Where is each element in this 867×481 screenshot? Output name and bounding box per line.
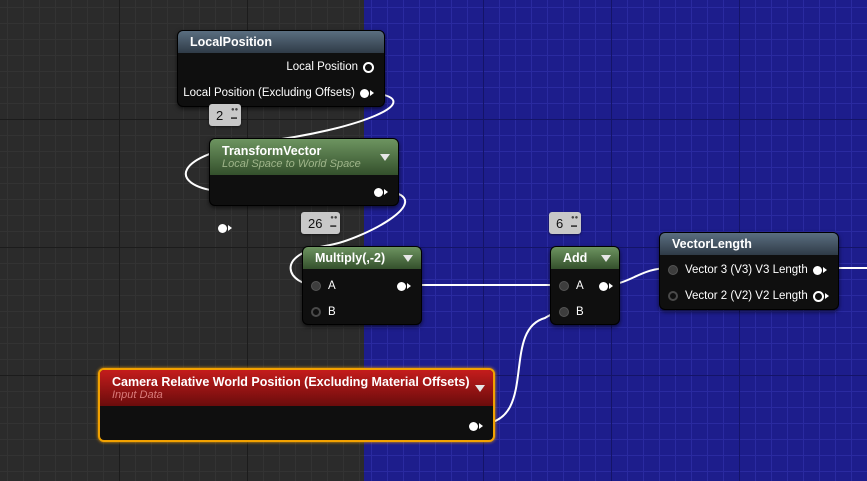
input-pin-icon[interactable] xyxy=(218,223,227,233)
output-pin-row[interactable]: Vector 3 (V3) V3 Length xyxy=(668,261,827,279)
pin-arrow-icon xyxy=(479,423,483,429)
input-pin-icon[interactable] xyxy=(311,281,321,291)
node-vector-length[interactable]: VectorLength Vector 3 (V3) V3 Length Vec… xyxy=(659,232,839,310)
dropdown-chevron-icon[interactable] xyxy=(601,255,611,262)
node-title: Add xyxy=(563,251,588,265)
stats-badge-icon: ●● ▬ xyxy=(330,215,338,229)
input-pin-row-a[interactable]: A xyxy=(559,277,584,295)
pin-label: A xyxy=(328,280,336,292)
pin-arrow-icon xyxy=(228,225,232,231)
stats-badge-icon: ●● ▬ xyxy=(230,107,239,121)
input-pin-icon[interactable] xyxy=(559,307,569,317)
node-title: VectorLength xyxy=(672,237,752,251)
input-pin-icon[interactable] xyxy=(311,307,321,317)
input-pin-row-b[interactable]: B xyxy=(311,303,336,321)
output-pin-row[interactable] xyxy=(369,183,388,201)
input-pin-row-a[interactable]: A xyxy=(311,277,336,295)
pin-label: Local Position (Excluding Offsets) xyxy=(183,87,355,99)
badge-value: 6 xyxy=(556,215,564,231)
node-header: TransformVector Local Space to World Spa… xyxy=(210,139,398,175)
output-pin-row[interactable]: Local Position (Excluding Offsets) xyxy=(183,84,374,102)
output-pin-icon[interactable] xyxy=(397,281,406,291)
node-title: LocalPosition xyxy=(190,35,272,49)
input-pin-row-b[interactable]: B xyxy=(559,303,584,321)
pin-arrow-icon xyxy=(370,90,374,96)
pin-arrow-icon xyxy=(822,267,827,273)
output-pin-icon[interactable] xyxy=(812,265,822,275)
node-header: Multiply(,-2) xyxy=(303,247,421,269)
dropdown-chevron-icon[interactable] xyxy=(475,385,485,392)
pin-label: A xyxy=(576,280,584,292)
dropdown-chevron-icon[interactable] xyxy=(380,154,390,161)
pin-label: Vector 2 (V2) V2 Length xyxy=(685,290,808,302)
input-pin-row[interactable] xyxy=(218,219,232,237)
output-pin-row[interactable]: Local Position xyxy=(286,58,374,76)
stats-badge: 26 ●● ▬ xyxy=(301,212,341,234)
badge-value: 2 xyxy=(216,107,224,123)
node-header: Add xyxy=(551,247,619,269)
badge-value: 26 xyxy=(308,215,323,231)
pin-label: Vector 3 (V3) V3 Length xyxy=(685,264,808,276)
stats-badge-icon: ●● ▬ xyxy=(570,215,579,229)
output-pin-row[interactable] xyxy=(594,277,613,295)
pin-label: B xyxy=(328,306,336,318)
pin-label: Local Position xyxy=(286,61,358,73)
node-transform-vector[interactable]: TransformVector Local Space to World Spa… xyxy=(209,138,399,233)
output-pin-icon[interactable] xyxy=(469,421,478,431)
pin-arrow-icon xyxy=(384,189,388,195)
output-pin-row[interactable] xyxy=(464,417,483,435)
node-local-position[interactable]: LocalPosition Local Position Local Posit… xyxy=(177,30,385,107)
pin-arrow-icon xyxy=(824,293,829,299)
node-camera-relative-world-position[interactable]: Camera Relative World Position (Excludin… xyxy=(98,368,495,442)
node-title: Multiply(,-2) xyxy=(315,251,386,265)
output-pin-row[interactable] xyxy=(392,277,411,295)
material-graph-canvas[interactable]: LocalPosition Local Position Local Posit… xyxy=(0,0,867,481)
dropdown-chevron-icon[interactable] xyxy=(403,255,413,262)
pin-arrow-icon xyxy=(609,283,613,289)
node-header: Camera Relative World Position (Excludin… xyxy=(100,370,493,406)
stats-badge: 2 ●● ▬ xyxy=(209,104,242,126)
output-pin-icon[interactable] xyxy=(360,88,369,98)
node-subtitle: Input Data xyxy=(112,389,163,401)
node-subtitle: Local Space to World Space xyxy=(222,158,361,170)
output-pin-row[interactable]: Vector 2 (V2) V2 Length xyxy=(668,287,829,305)
output-pin-icon[interactable] xyxy=(374,187,383,197)
pin-label: B xyxy=(576,306,584,318)
node-header: VectorLength xyxy=(660,233,838,255)
node-title: TransformVector xyxy=(222,144,322,158)
input-pin-icon[interactable] xyxy=(668,291,678,301)
input-pin-icon[interactable] xyxy=(668,265,678,275)
pin-arrow-icon xyxy=(407,283,411,289)
node-header: LocalPosition xyxy=(178,31,384,53)
node-add[interactable]: Add A B xyxy=(550,246,620,325)
input-pin-icon[interactable] xyxy=(559,281,569,291)
output-pin-icon[interactable] xyxy=(363,61,374,73)
stats-badge: 6 ●● ▬ xyxy=(549,212,582,234)
node-multiply[interactable]: Multiply(,-2) A B xyxy=(302,246,422,325)
output-pin-icon[interactable] xyxy=(812,290,824,302)
node-title: Camera Relative World Position (Excludin… xyxy=(112,375,470,389)
output-pin-icon[interactable] xyxy=(599,281,608,291)
